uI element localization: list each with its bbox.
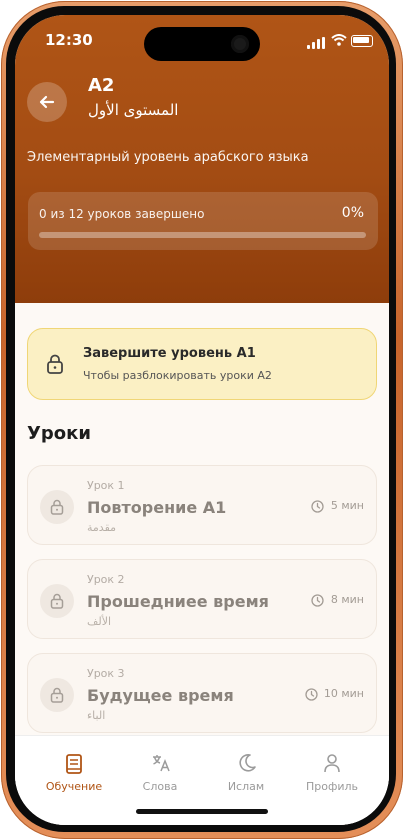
progress-track	[39, 232, 366, 238]
lesson-lock-badge	[40, 584, 74, 618]
lesson-arabic: مقدمة	[87, 521, 117, 534]
lesson-arabic: الباء	[87, 709, 106, 722]
section-title: Уроки	[27, 423, 91, 444]
lock-icon	[50, 687, 64, 703]
book-icon	[66, 754, 82, 774]
lesson-duration: 8 мин	[330, 593, 364, 606]
phone-device: 12:30 A2 المستوى الأول Элементарный уров…	[0, 0, 404, 840]
lock-icon	[50, 499, 64, 515]
lesson-title: Прошедниее время	[87, 592, 269, 611]
tab-islam[interactable]: Ислам	[206, 750, 286, 794]
progress-card: 0 из 12 уроков завершено 0%	[28, 192, 378, 250]
crescent-moon-icon	[239, 754, 256, 772]
lesson-card[interactable]: Урок 1 Повторение A1 مقدمة 5 мин	[27, 465, 377, 545]
banner-title: Завершите уровень A1	[83, 346, 256, 361]
lesson-arabic: الألف	[87, 615, 112, 628]
battery-icon	[351, 35, 373, 47]
status-time: 12:30	[45, 31, 93, 49]
screen: 12:30 A2 المستوى الأول Элементарный уров…	[15, 15, 389, 825]
level-title: A2	[88, 75, 115, 96]
level-header: 12:30 A2 المستوى الأول Элементарный уров…	[15, 15, 389, 303]
lesson-lock-badge	[40, 490, 74, 524]
lesson-card[interactable]: Урок 3 Будущее время الباء 10 мин	[27, 653, 377, 733]
arrow-left-icon	[39, 95, 55, 109]
lesson-duration: 10 мин	[323, 687, 364, 700]
back-button[interactable]	[27, 82, 67, 122]
lesson-lock-badge	[40, 678, 74, 712]
tab-profile[interactable]: Профиль	[292, 750, 372, 794]
progress-text: 0 из 12 уроков завершено	[39, 207, 205, 221]
lesson-card[interactable]: Урок 2 Прошедниее время الألف 8 мин	[27, 559, 377, 639]
level-arabic-title: المستوى الأول	[88, 101, 179, 119]
tab-label: Обучение	[45, 780, 103, 793]
progress-percent: 0%	[341, 205, 364, 221]
tab-label: Профиль	[305, 780, 359, 793]
home-indicator	[136, 809, 268, 814]
tab-label: Ислам	[227, 780, 265, 793]
camera-icon	[231, 35, 249, 53]
banner-description: Чтобы разблокировать уроки A2	[83, 369, 272, 382]
clock-icon	[311, 594, 324, 607]
tab-words[interactable]: Слова	[120, 750, 200, 794]
lesson-number: Урок 3	[87, 667, 125, 680]
tab-learning[interactable]: Обучение	[34, 750, 114, 794]
wifi-icon	[331, 34, 347, 46]
lesson-duration: 5 мин	[330, 499, 364, 512]
lesson-title: Повторение A1	[87, 498, 227, 517]
tab-label: Слова	[142, 780, 178, 793]
translate-icon	[153, 755, 170, 772]
lesson-number: Урок 2	[87, 573, 125, 586]
locked-level-banner: Завершите уровень A1 Чтобы разблокироват…	[27, 328, 377, 400]
status-icons	[307, 33, 373, 49]
user-icon	[324, 754, 340, 773]
level-subtitle: Элементарный уровень арабского языка	[27, 150, 309, 165]
lesson-title: Будущее время	[87, 686, 234, 705]
clock-icon	[311, 500, 324, 513]
lock-icon	[47, 354, 63, 374]
lesson-number: Урок 1	[87, 479, 125, 492]
lock-icon	[50, 593, 64, 609]
clock-icon	[305, 688, 318, 701]
